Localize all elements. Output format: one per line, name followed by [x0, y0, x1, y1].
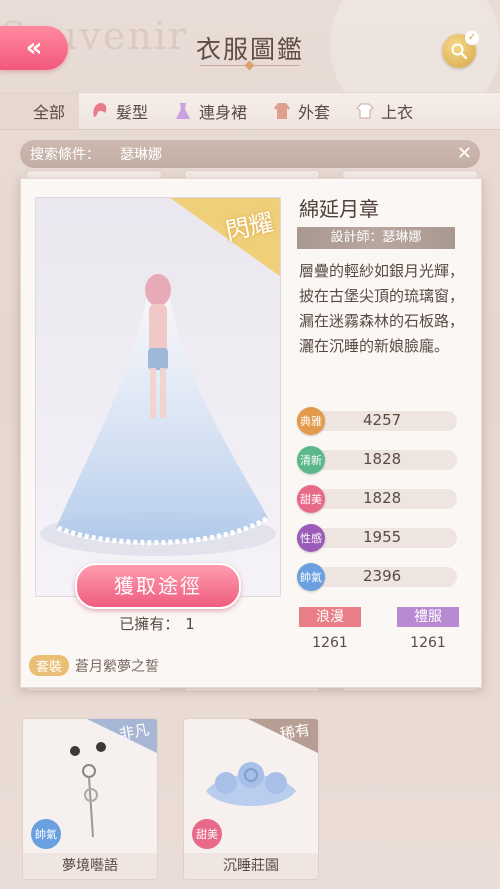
tab-top[interactable]: 上衣 — [344, 93, 427, 129]
attribute-value: 4257 — [363, 411, 402, 429]
owned-count: 已擁有： 1 — [35, 613, 279, 634]
tag-value: 1261 — [312, 635, 348, 651]
item-name: 沉睡莊園 — [184, 853, 318, 879]
attribute-list: 典雅 4257 清新 1828 甜美 1828 性感 1955 帥氣 2396 — [297, 407, 457, 602]
title-divider — [200, 65, 300, 66]
rarity-banner: 閃耀 — [169, 198, 280, 277]
owned-value: 1 — [185, 615, 195, 633]
tab-label: 連身裙 — [199, 103, 248, 122]
category-tabs: 全部 髮型 連身裙 外套 上衣 — [0, 92, 500, 130]
item-card[interactable]: 稀有 甜美 沉睡莊園 — [183, 718, 319, 880]
tab-label: 上衣 — [381, 103, 414, 122]
tab-label: 髮型 — [116, 103, 149, 122]
tab-dress[interactable]: 連身裙 — [162, 93, 261, 129]
attribute-value: 1828 — [363, 489, 402, 507]
dress-icon — [172, 100, 194, 122]
tag-value: 1261 — [410, 635, 446, 651]
attribute-value: 2396 — [363, 567, 402, 585]
fresh-icon: 清新 — [297, 446, 325, 474]
set-info[interactable]: 套裝 蒼月縈夢之誓 — [29, 655, 159, 676]
cool-badge: 帥氣 — [31, 819, 61, 849]
item-description: 層疊的輕紗如銀月光輝，披在古堡尖頂的琉璃窗，漏在迷霧森林的石板路，灑在沉睡的新娘… — [299, 262, 465, 355]
item-name: 夢境囈語 — [23, 853, 157, 879]
item-card[interactable]: 非凡 帥氣 夢境囈語 — [22, 718, 158, 880]
search-button[interactable]: ✓ — [442, 31, 479, 68]
attribute-value: 1828 — [363, 450, 402, 468]
sexy-icon: 性感 — [297, 524, 325, 552]
item-portrait: 閃耀 — [35, 197, 281, 597]
attribute-row: 帥氣 2396 — [297, 563, 457, 591]
header: « 衣服圖鑑 ✓ — [0, 0, 500, 88]
tag-label: 禮服 — [397, 607, 459, 627]
designer-label: 設計師：瑟琳娜 — [297, 227, 455, 249]
clear-search-icon[interactable]: ✕ — [457, 143, 472, 164]
attribute-row: 典雅 4257 — [297, 407, 457, 435]
set-name: 蒼月縈夢之誓 — [75, 658, 160, 675]
hair-icon — [89, 100, 111, 122]
search-label: 搜索條件： — [30, 147, 100, 163]
item-name: 綿延月章 — [299, 197, 379, 221]
item-detail-popup: 閃耀 獲取途徑 已擁有： 1 套裝 蒼月縈夢之誓 綿延月章 設計師：瑟琳娜 層疊的… — [20, 178, 482, 688]
set-badge: 套裝 — [29, 655, 70, 676]
tab-label: 外套 — [298, 103, 331, 122]
attribute-row: 甜美 1828 — [297, 485, 457, 513]
attribute-row: 清新 1828 — [297, 446, 457, 474]
attribute-row: 性感 1955 — [297, 524, 457, 552]
search-icon — [451, 43, 468, 60]
tab-coat[interactable]: 外套 — [261, 93, 344, 129]
search-condition-bar: 搜索條件： 瑟琳娜 ✕ — [20, 140, 480, 168]
tab-label: 全部 — [33, 103, 66, 122]
coat-icon — [271, 100, 293, 122]
attribute-value: 1955 — [363, 528, 402, 546]
sweet-icon: 甜美 — [297, 485, 325, 513]
tab-hair[interactable]: 髮型 — [79, 93, 162, 129]
search-value: 瑟琳娜 — [120, 147, 162, 163]
grid-icon — [10, 102, 28, 120]
tag-romantic: 浪漫 1261 — [299, 607, 361, 651]
tag-label: 浪漫 — [299, 607, 361, 627]
elegant-icon: 典雅 — [297, 407, 325, 435]
check-icon: ✓ — [465, 31, 479, 45]
acquire-button[interactable]: 獲取途徑 — [75, 563, 241, 609]
cool-icon: 帥氣 — [297, 563, 325, 591]
owned-label: 已擁有： — [119, 615, 180, 633]
top-icon — [354, 100, 376, 122]
tag-formal: 禮服 1261 — [397, 607, 459, 651]
style-tags: 浪漫 1261 禮服 1261 — [299, 607, 459, 651]
sweet-badge: 甜美 — [192, 819, 222, 849]
tab-all[interactable]: 全部 — [0, 93, 80, 129]
